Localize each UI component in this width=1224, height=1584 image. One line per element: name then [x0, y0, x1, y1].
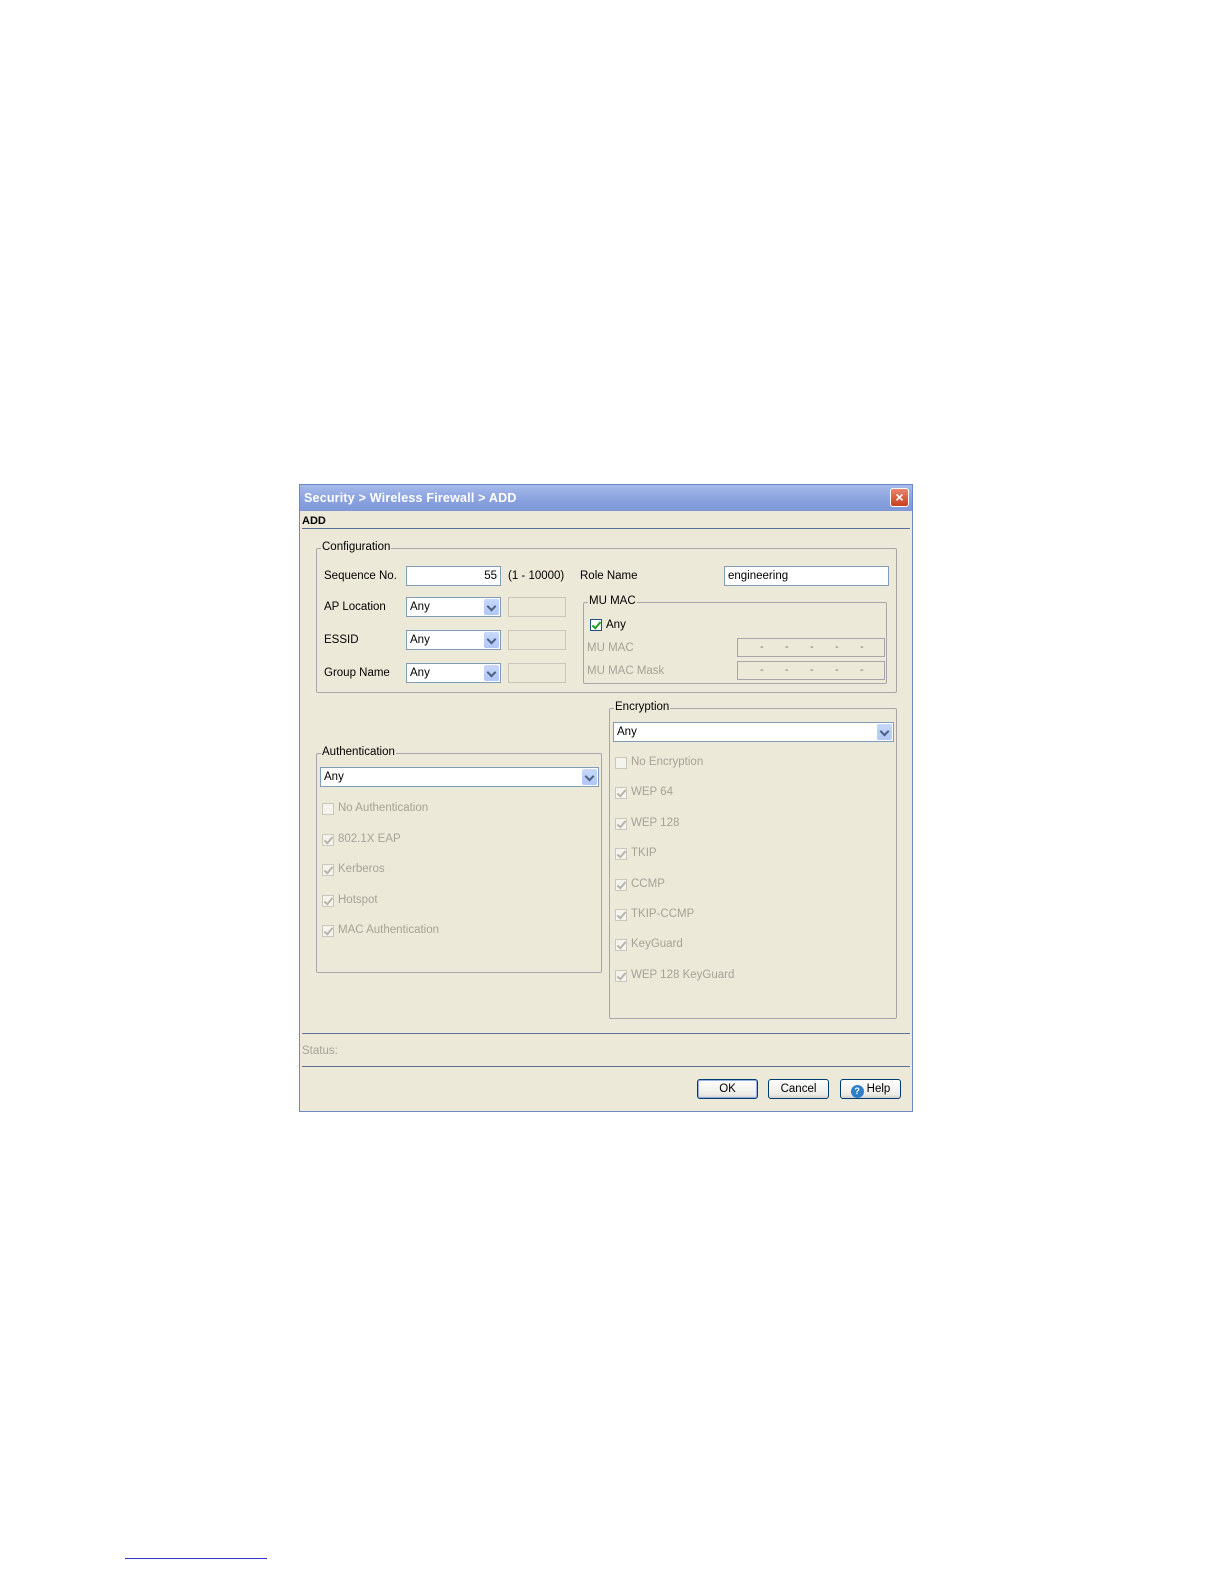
option-label: No Encryption	[631, 756, 704, 768]
mu-mac-any-label: Any	[606, 619, 626, 631]
option-checkbox[interactable]	[322, 803, 334, 815]
mu-mac-any-checkbox[interactable]	[590, 619, 602, 631]
authentication-group: Authentication Any No Authentication 802.…	[316, 746, 602, 973]
authentication-value: Any	[324, 771, 344, 783]
option-checkbox[interactable]	[615, 939, 627, 952]
essid-select[interactable]: Any	[406, 630, 501, 650]
role-name-label: Role Name	[580, 570, 638, 582]
status-divider-bottom	[302, 1066, 910, 1067]
option-checkbox[interactable]	[615, 848, 627, 861]
option-checkbox[interactable]	[615, 787, 627, 800]
option-checkbox[interactable]	[322, 925, 334, 937]
option-checkbox[interactable]	[322, 864, 334, 876]
authentication-select[interactable]: Any	[320, 767, 599, 787]
option-checkbox[interactable]	[615, 909, 627, 921]
option-checkbox[interactable]	[322, 894, 334, 907]
group-name-select[interactable]: Any	[406, 663, 501, 683]
essid-input	[508, 630, 566, 650]
option-label: 802.1X EAP	[338, 832, 401, 845]
option-label: TKIP	[631, 847, 657, 860]
chevron-down-icon[interactable]	[484, 599, 499, 615]
window-title: Security > Wireless Firewall > ADD	[304, 491, 517, 505]
option-label: KeyGuard	[631, 938, 683, 951]
ap-location-select[interactable]: Any	[406, 597, 501, 617]
option-label: Hotspot	[338, 893, 378, 906]
chevron-down-icon[interactable]	[877, 724, 892, 740]
option-label: MAC Authentication	[338, 924, 440, 936]
cancel-button[interactable]: Cancel	[768, 1079, 829, 1099]
encryption-select[interactable]: Any	[613, 722, 894, 742]
sequence-range: (1 - 10000)	[508, 570, 565, 582]
title-bar[interactable]: Security > Wireless Firewall > ADD ×	[300, 485, 912, 511]
divider	[302, 528, 910, 529]
option-label: WEP 128	[631, 816, 680, 829]
help-icon: ?	[850, 1085, 864, 1098]
option-checkbox[interactable]	[615, 757, 627, 769]
footnote-separator	[125, 1558, 267, 1559]
option-checkbox[interactable]	[615, 817, 627, 830]
mu-mac-legend: MU MAC	[588, 595, 637, 607]
option-checkbox[interactable]	[322, 833, 334, 846]
mu-mac-mask-label: MU MAC Mask	[587, 665, 665, 677]
ap-location-input	[508, 597, 566, 617]
chevron-down-icon[interactable]	[484, 632, 499, 648]
essid-value: Any	[410, 634, 430, 646]
option-label: CCMP	[631, 877, 665, 890]
ok-button[interactable]: OK	[697, 1079, 758, 1099]
help-label: Help	[866, 1083, 891, 1095]
sequence-input[interactable]: 55	[406, 566, 501, 586]
page-title: ADD	[302, 515, 326, 527]
help-button[interactable]: ? Help	[840, 1079, 901, 1099]
option-label: WEP 128 KeyGuard	[631, 968, 735, 981]
option-label: WEP 64	[631, 786, 673, 799]
option-checkbox[interactable]	[615, 878, 627, 891]
ap-location-label: AP Location	[324, 601, 386, 613]
group-name-label: Group Name	[324, 667, 390, 679]
essid-label: ESSID	[324, 634, 359, 646]
status-label: Status:	[302, 1045, 338, 1057]
sequence-label: Sequence No.	[324, 570, 397, 582]
option-label: TKIP-CCMP	[631, 908, 695, 920]
encryption-group: Encryption Any No Encryption WEP 64 WEP 12…	[609, 701, 897, 1019]
option-label: No Authentication	[338, 802, 429, 814]
mu-mac-mask-input: -----	[737, 661, 885, 680]
group-name-input	[508, 663, 566, 683]
encryption-value: Any	[617, 726, 637, 738]
chevron-down-icon[interactable]	[582, 769, 597, 785]
authentication-legend: Authentication	[321, 746, 396, 758]
encryption-legend: Encryption	[614, 701, 671, 713]
group-name-value: Any	[410, 667, 430, 679]
role-name-input[interactable]: engineering	[724, 566, 889, 586]
close-icon[interactable]: ×	[890, 488, 909, 507]
ap-location-value: Any	[410, 601, 430, 613]
status-divider-top	[302, 1033, 910, 1034]
configuration-legend: Configuration	[321, 541, 392, 553]
option-label: Kerberos	[338, 863, 385, 875]
mu-mac-group: MU MAC Any MU MAC ----- MU MAC Mask ----…	[583, 595, 887, 684]
mu-mac-label: MU MAC	[587, 642, 634, 654]
wireless-firewall-add-dialog: Security > Wireless Firewall > ADD × ADD…	[299, 484, 913, 1112]
option-checkbox[interactable]	[615, 969, 627, 982]
chevron-down-icon[interactable]	[484, 665, 499, 681]
mu-mac-input: -----	[737, 638, 885, 657]
configuration-group: Configuration Sequence No. 55 (1 - 10000…	[316, 541, 897, 693]
